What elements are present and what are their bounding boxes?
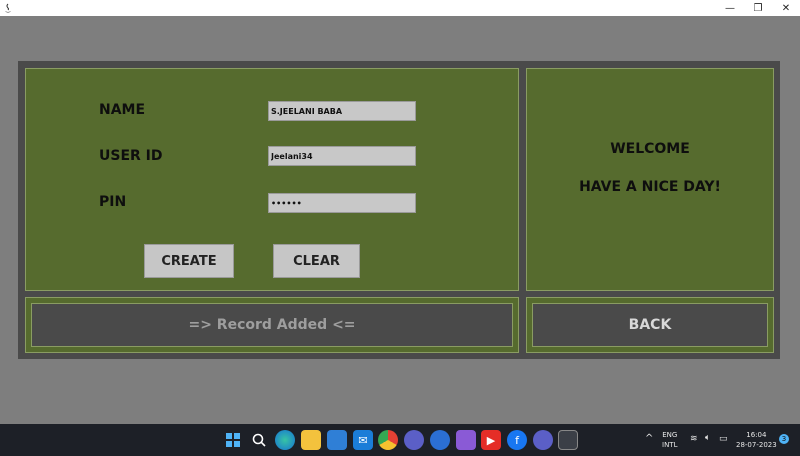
pin-input[interactable] — [268, 193, 416, 213]
close-button[interactable]: ✕ — [772, 0, 800, 16]
clear-button[interactable]: CLEAR — [273, 244, 360, 278]
name-input[interactable] — [268, 101, 416, 121]
back-panel: BACK — [526, 297, 774, 353]
clock[interactable]: 16:04 28-07-2023 — [736, 430, 777, 450]
store-icon[interactable] — [327, 430, 347, 450]
notification-badge[interactable]: 3 — [779, 434, 789, 444]
language-indicator[interactable]: ENG INTL — [662, 430, 677, 450]
status-panel: => Record Added <= — [25, 297, 519, 353]
minimize-button[interactable]: — — [716, 0, 744, 16]
chrome-icon[interactable] — [378, 430, 398, 450]
lang-line2: INTL — [662, 441, 678, 449]
title-bar: — ❐ ✕ — [0, 0, 800, 16]
search-icon[interactable] — [249, 430, 269, 450]
welcome-panel: WELCOME HAVE A NICE DAY! — [526, 68, 774, 291]
file-explorer-icon[interactable] — [301, 430, 321, 450]
taskbar: ✉ ▶ f ^ ENG INTL ≋ 🔈︎ ▭ 16:04 28-07-2023… — [0, 424, 800, 456]
app-icon[interactable] — [533, 430, 553, 450]
facebook-icon[interactable]: f — [507, 430, 527, 450]
mail-icon[interactable]: ✉ — [353, 430, 373, 450]
maximize-button[interactable]: ❐ — [744, 0, 772, 16]
user-id-input[interactable] — [268, 146, 416, 166]
volume-icon[interactable]: 🔈︎ — [705, 433, 710, 443]
wifi-icon[interactable]: ≋ — [690, 434, 698, 444]
clock-date: 28-07-2023 — [736, 441, 777, 449]
edge-icon[interactable] — [275, 430, 295, 450]
form-panel: NAME USER ID PIN CREATE CLEAR — [25, 68, 519, 291]
back-button[interactable]: BACK — [532, 303, 768, 347]
windows-start-icon[interactable] — [223, 430, 243, 450]
java-app-icon[interactable] — [558, 430, 578, 450]
battery-icon[interactable]: ▭ — [719, 434, 728, 444]
name-label: NAME — [99, 102, 146, 118]
tray-chevron-icon[interactable]: ^ — [645, 434, 653, 444]
youtube-icon[interactable]: ▶ — [481, 430, 501, 450]
user-id-label: USER ID — [99, 148, 163, 164]
nice-day-text: HAVE A NICE DAY! — [579, 179, 721, 195]
app-icon[interactable] — [456, 430, 476, 450]
status-message: => Record Added <= — [31, 303, 513, 347]
java-app-icon — [5, 3, 11, 13]
app-icon[interactable] — [404, 430, 424, 450]
app-icon[interactable] — [430, 430, 450, 450]
lang-line1: ENG — [662, 431, 678, 439]
main-frame: NAME USER ID PIN CREATE CLEAR WELCOME HA… — [18, 61, 780, 359]
welcome-text: WELCOME — [610, 141, 690, 157]
clock-time: 16:04 — [746, 431, 767, 439]
create-button[interactable]: CREATE — [144, 244, 234, 278]
pin-label: PIN — [99, 194, 127, 210]
